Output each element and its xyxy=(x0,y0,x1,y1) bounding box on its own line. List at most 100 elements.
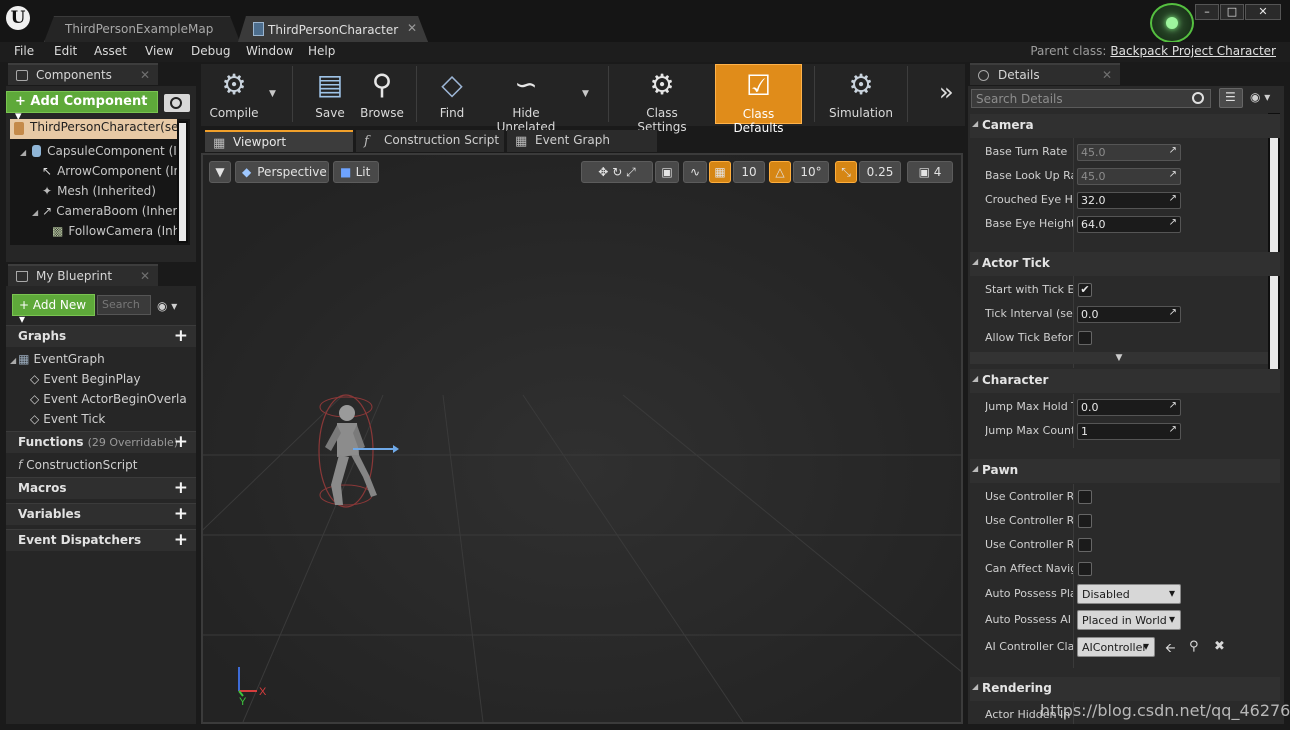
my-blueprint-panel-tab[interactable]: My Blueprint ✕ xyxy=(8,264,158,286)
graph-item-eventgraph[interactable]: ◢ ▦ EventGraph xyxy=(10,352,105,366)
document-tab-character[interactable]: ThirdPersonCharacter ✕ xyxy=(238,16,428,42)
add-variable-button[interactable]: + xyxy=(174,505,188,523)
scale-icon[interactable]: ⤢ xyxy=(626,165,636,179)
functions-section[interactable]: Functions (29 Overridable) + xyxy=(6,431,196,453)
notification-indicator[interactable] xyxy=(1150,3,1194,43)
graph-item-beginoverlap[interactable]: ◇ Event ActorBeginOverlap xyxy=(30,392,186,406)
rotation-snap-value[interactable]: 10° xyxy=(793,161,829,183)
visibility-eye-icon[interactable]: ◉ ▾ xyxy=(1250,90,1270,104)
prop-tick-interval-field[interactable]: 0.0 xyxy=(1077,306,1181,323)
tree-item-capsule[interactable]: ◢ CapsuleComponent (Inherited) xyxy=(20,144,180,164)
tree-item-self[interactable]: ThirdPersonCharacter(self) xyxy=(10,119,177,139)
graph-item-beginplay[interactable]: ◇ Event BeginPlay xyxy=(30,372,141,386)
add-dispatcher-button[interactable]: + xyxy=(174,531,188,549)
class-settings-button[interactable]: ⚙ Class Settings xyxy=(621,64,703,134)
property-matrix-button[interactable]: ☰ xyxy=(1219,88,1243,108)
menu-asset[interactable]: Asset xyxy=(94,44,127,58)
scale-snap-value[interactable]: 0.25 xyxy=(859,161,901,183)
rotate-icon[interactable]: ↻ xyxy=(612,165,622,179)
scrollbar-thumb[interactable] xyxy=(179,123,186,241)
minimize-button[interactable]: – xyxy=(1195,4,1219,20)
event-dispatchers-section[interactable]: Event Dispatchers + xyxy=(6,529,196,551)
lit-button[interactable]: ■ Lit xyxy=(333,161,379,183)
tab-viewport[interactable]: ▦ Viewport xyxy=(205,130,353,152)
translate-icon[interactable]: ✥ xyxy=(598,165,608,179)
blueprint-search-input[interactable]: Search xyxy=(97,295,151,315)
maximize-button[interactable]: □ xyxy=(1220,4,1244,20)
menu-edit[interactable]: Edit xyxy=(54,44,77,58)
prop-base-lookup-rate-field[interactable]: 45.0 xyxy=(1077,168,1181,185)
close-tab-icon[interactable]: ✕ xyxy=(407,21,417,35)
category-character[interactable]: Character xyxy=(970,369,1280,393)
rotation-snap-toggle[interactable]: △ xyxy=(769,161,791,183)
property-divider[interactable] xyxy=(1073,484,1074,668)
prop-auto-possess-player-dropdown[interactable]: Disabled xyxy=(1077,584,1181,604)
simulation-button[interactable]: ⚙ Simulation xyxy=(827,64,895,124)
prop-jump-max-hold-field[interactable]: 0.0 xyxy=(1077,399,1181,416)
collapse-arrow-icon[interactable]: ◢ xyxy=(32,208,38,217)
collapse-arrow-icon[interactable]: ◢ xyxy=(20,148,26,157)
menu-file[interactable]: File xyxy=(14,44,34,58)
graphs-section[interactable]: Graphs + xyxy=(6,325,196,347)
category-actor-tick[interactable]: Actor Tick xyxy=(970,252,1280,276)
macros-section[interactable]: Macros + xyxy=(6,477,196,499)
tree-item-arrow[interactable]: ↖ ArrowComponent (Inherited) xyxy=(42,164,182,184)
prop-use-controller-roll-checkbox[interactable] xyxy=(1078,538,1092,552)
details-search-input[interactable]: Search Details xyxy=(971,89,1211,108)
graph-item-tick[interactable]: ◇ Event Tick xyxy=(30,412,105,426)
browse-button[interactable]: ⚲ Browse xyxy=(357,64,407,124)
tab-construction-script[interactable]: f Construction Script xyxy=(356,130,504,152)
prop-can-affect-navigation-checkbox[interactable] xyxy=(1078,562,1092,576)
browse-asset-icon[interactable]: ⚲ xyxy=(1189,639,1199,654)
prop-crouched-eye-height-field[interactable]: 32.0 xyxy=(1077,192,1181,209)
scale-snap-toggle[interactable]: ⤡ xyxy=(835,161,857,183)
menu-view[interactable]: View xyxy=(145,44,173,58)
viewport-options-button[interactable]: ▼ xyxy=(209,161,231,183)
hide-unrelated-options-arrow-icon[interactable]: ▼ xyxy=(582,89,589,99)
add-new-button[interactable]: + Add New ▾ xyxy=(12,294,95,326)
viewport[interactable]: X Y ▼ ◆ Perspective ■ Lit ✥ ↻ ⤢ ▣ ∿ ▦ 10 △… xyxy=(201,153,963,724)
perspective-button[interactable]: ◆ Perspective xyxy=(235,161,329,183)
add-function-button[interactable]: + xyxy=(174,433,188,451)
prop-auto-possess-ai-dropdown[interactable]: Placed in World xyxy=(1077,610,1181,630)
clear-icon[interactable]: ✖ xyxy=(1214,639,1225,654)
category-rendering[interactable]: Rendering xyxy=(970,677,1280,701)
menu-debug[interactable]: Debug xyxy=(191,44,230,58)
add-graph-button[interactable]: + xyxy=(174,327,188,345)
details-scrollbar[interactable] xyxy=(1268,113,1280,383)
category-camera[interactable]: Camera xyxy=(970,114,1280,138)
prop-base-eye-height-field[interactable]: 64.0 xyxy=(1077,216,1181,233)
collapse-arrow-icon[interactable]: ◢ xyxy=(10,356,16,365)
transform-tools[interactable]: ✥ ↻ ⤢ xyxy=(581,161,653,183)
find-button[interactable]: ◇ Find xyxy=(427,64,477,124)
prop-allow-tick-before-checkbox[interactable] xyxy=(1078,331,1092,345)
tree-item-followcamera[interactable]: ▩ FollowCamera (Inherited) xyxy=(52,224,182,244)
surface-snap-toggle[interactable]: ∿ xyxy=(683,161,707,183)
parent-class-link[interactable]: Backpack Project Character xyxy=(1110,44,1276,58)
close-window-button[interactable]: ✕ xyxy=(1245,4,1281,20)
variables-section[interactable]: Variables + xyxy=(6,503,196,525)
components-panel-tab[interactable]: Components ✕ xyxy=(8,63,158,85)
close-panel-icon[interactable]: ✕ xyxy=(1102,68,1112,82)
tab-event-graph[interactable]: ▦ Event Graph xyxy=(507,130,657,152)
use-selected-arrow-icon[interactable]: 🡨 xyxy=(1165,639,1176,661)
close-panel-icon[interactable]: ✕ xyxy=(140,68,150,82)
world-local-toggle[interactable]: ▣ xyxy=(655,161,679,183)
hide-unrelated-button[interactable]: ∽ Hide Unrelated xyxy=(483,64,569,134)
prop-use-controller-yaw-checkbox[interactable] xyxy=(1078,514,1092,528)
grid-snap-toggle[interactable]: ▦ xyxy=(709,161,731,183)
toolbar-overflow-icon[interactable]: » xyxy=(939,78,954,106)
search-icon[interactable] xyxy=(164,94,190,112)
tree-item-cameraboom[interactable]: ◢ ↗CameraBoom (Inherited) xyxy=(32,204,182,224)
prop-ai-controller-class-dropdown[interactable]: AIController xyxy=(1077,637,1155,657)
components-scrollbar[interactable] xyxy=(177,121,188,243)
function-item-constructionscript[interactable]: f ConstructionScript xyxy=(18,458,137,472)
advanced-expand-arrow-icon[interactable]: ▼ xyxy=(970,352,1268,364)
save-button[interactable]: ▤ Save xyxy=(305,64,355,124)
add-macro-button[interactable]: + xyxy=(174,479,188,497)
category-pawn[interactable]: Pawn xyxy=(970,459,1280,483)
grid-snap-value[interactable]: 10 xyxy=(733,161,765,183)
details-panel-tab[interactable]: Details ✕ xyxy=(970,63,1120,85)
document-tab-map[interactable]: ThirdPersonExampleMap xyxy=(44,16,240,42)
close-panel-icon[interactable]: ✕ xyxy=(140,269,150,283)
